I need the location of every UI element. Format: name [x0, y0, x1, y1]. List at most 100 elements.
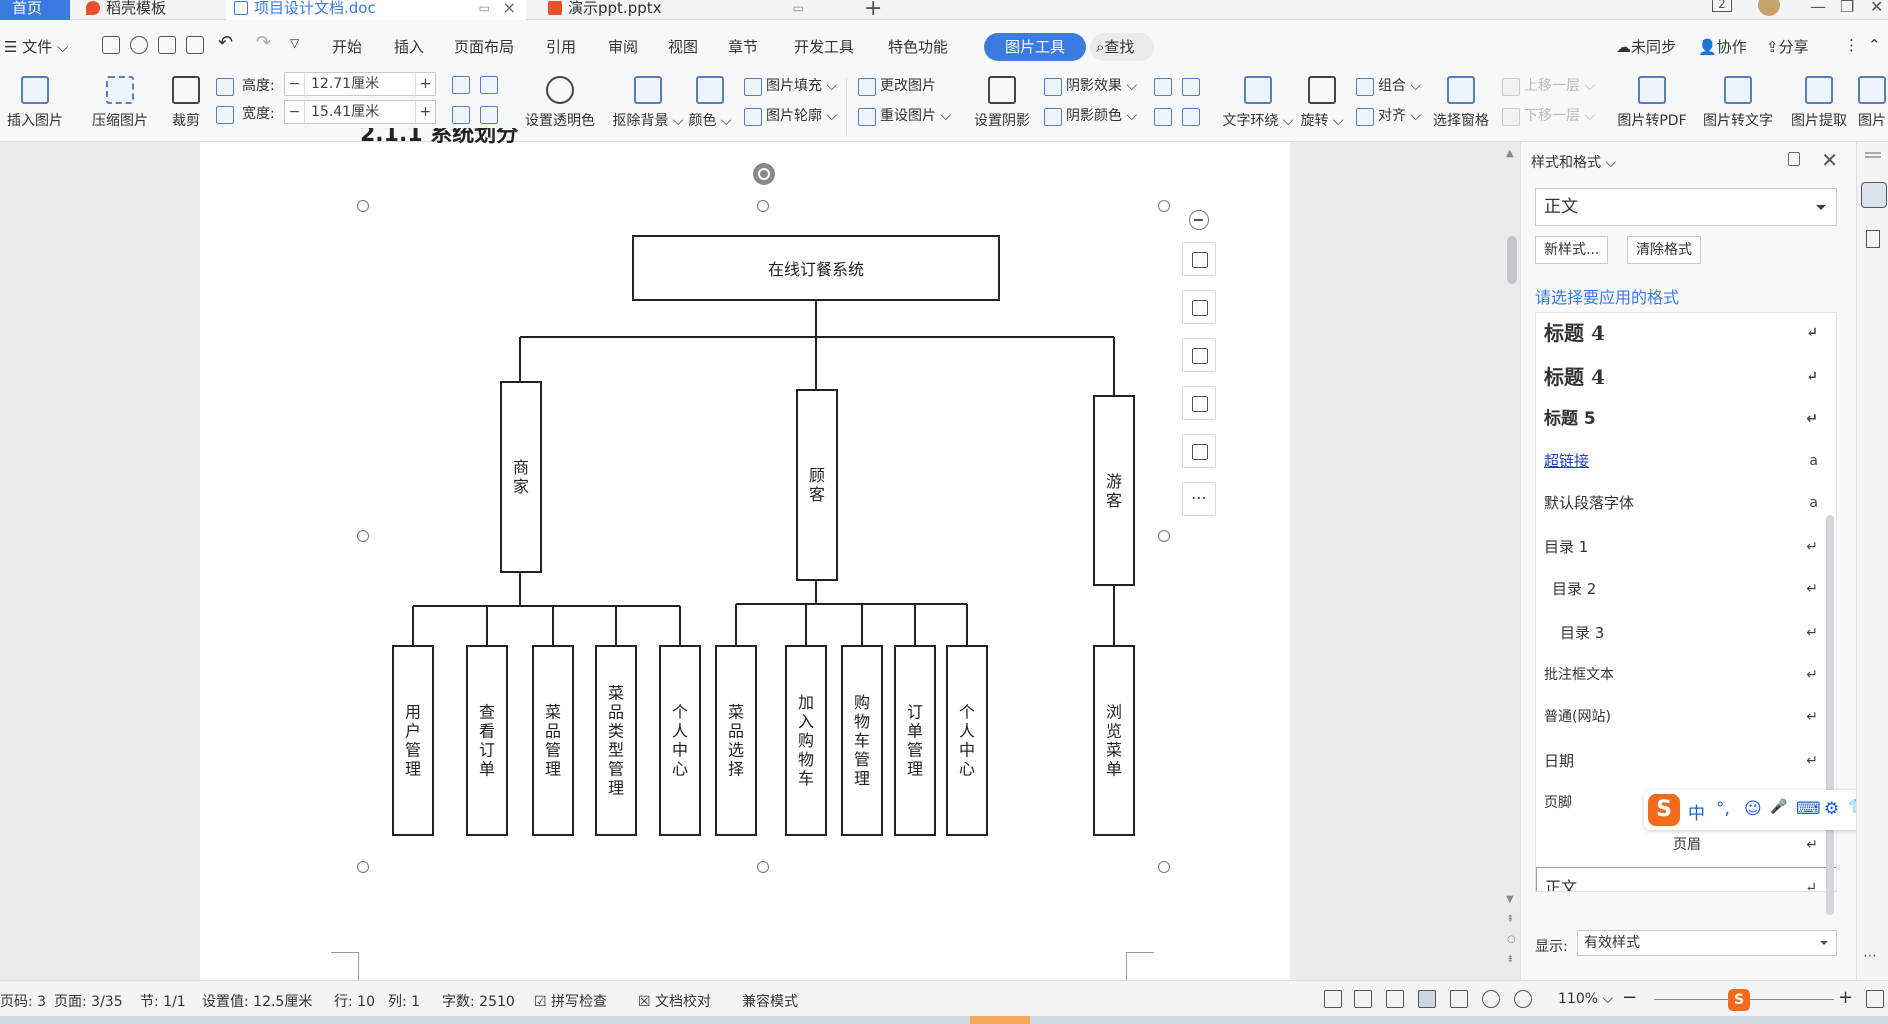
- paragraph-mark-icon: a: [1809, 495, 1818, 511]
- diagram-leaf-label: 查看订单: [479, 703, 495, 779]
- style-list-item[interactable]: 页眉 ↵: [1536, 825, 1836, 865]
- pin-icon[interactable]: [1788, 152, 1800, 166]
- zoom-in-icon[interactable]: +: [1838, 987, 1853, 1008]
- ime-punctuation-icon[interactable]: °,: [1716, 799, 1730, 819]
- zoom-out-icon[interactable]: −: [1622, 987, 1637, 1008]
- new-style-button[interactable]: 新样式...: [1535, 236, 1609, 264]
- style-list-item[interactable]: 目录 1 ↵: [1536, 527, 1836, 567]
- edit-mode-icon[interactable]: [1386, 990, 1404, 1008]
- style-list-item[interactable]: 默认段落字体 a: [1536, 483, 1836, 523]
- ime-keyboard-icon[interactable]: ⌨: [1796, 799, 1821, 819]
- diagram-leaf-label: 菜品管理: [545, 703, 561, 779]
- web-view-icon[interactable]: [1482, 990, 1500, 1008]
- style-list-item[interactable]: 日期 ↵: [1536, 741, 1836, 781]
- prev-page-icon[interactable]: ⇞: [1506, 914, 1514, 925]
- spell-check-button[interactable]: ☑ 拼写检查: [534, 991, 607, 1011]
- sogou-logo-icon[interactable]: S: [1648, 794, 1680, 826]
- style-list-item[interactable]: 普通(网站) ↵: [1536, 697, 1836, 737]
- doc-proof-button[interactable]: ☒ 文档校对: [638, 991, 711, 1011]
- paragraph-mark-icon: ↵: [1806, 411, 1818, 427]
- picture-extract-icon[interactable]: [1182, 434, 1216, 468]
- style-list-item[interactable]: 标题 4 ↵: [1536, 313, 1836, 353]
- status-row[interactable]: 行: 10: [334, 991, 375, 1011]
- diagram-leaf-label: 购物车管理: [854, 693, 870, 788]
- diagram-role-label: 商家: [513, 458, 529, 496]
- diagram-leaf-label: 加入购物车: [798, 693, 814, 788]
- outline-view-icon[interactable]: [1450, 990, 1468, 1008]
- ime-voice-icon[interactable]: 🎤: [1770, 799, 1787, 815]
- scroll-up-icon[interactable]: ▲: [1506, 148, 1514, 159]
- clear-format-button[interactable]: 清除格式: [1627, 236, 1701, 264]
- paragraph-mark-icon: ↵: [1806, 539, 1818, 555]
- more-options-icon[interactable]: ⋯: [1182, 482, 1216, 516]
- diagram-leaf-label: 菜品类型管理: [608, 684, 624, 798]
- diagram-role-label: 游客: [1106, 472, 1122, 510]
- browse-object-icon[interactable]: ○: [1507, 934, 1516, 945]
- layout-options-icon[interactable]: [1182, 242, 1216, 276]
- sogou-float-icon[interactable]: S: [1728, 989, 1750, 1011]
- show-label: 显示:: [1535, 939, 1568, 955]
- status-section[interactable]: 节: 1/1: [140, 991, 186, 1011]
- style-list-item-label: 普通(网站): [1544, 709, 1611, 725]
- pen-icon[interactable]: [1861, 182, 1887, 208]
- diagram-leaf-label: 个人中心: [959, 703, 975, 779]
- paragraph-mark-icon: ↵: [1806, 581, 1818, 597]
- style-list-item[interactable]: 目录 2 ↵: [1536, 569, 1836, 609]
- zoom-in-icon[interactable]: [1182, 290, 1216, 324]
- eye-protection-icon[interactable]: [1514, 990, 1532, 1008]
- show-styles-select[interactable]: 有效样式: [1577, 930, 1837, 956]
- picture-to-text-icon[interactable]: [1182, 386, 1216, 420]
- style-list-item-label: 目录 2: [1552, 580, 1597, 598]
- crop-icon[interactable]: [1182, 338, 1216, 372]
- style-list-item-label: 页眉: [1673, 837, 1701, 853]
- style-list-item[interactable]: 超链接 a: [1536, 441, 1836, 481]
- style-list-item-label: 批注框文本: [1544, 667, 1614, 683]
- style-list-item-label: 目录 1: [1544, 538, 1589, 556]
- close-panel-icon[interactable]: ✕: [1821, 148, 1838, 172]
- next-page-icon[interactable]: ⇟: [1506, 954, 1514, 965]
- more-icon[interactable]: ⋯: [1863, 948, 1877, 964]
- current-style-select[interactable]: 正文: [1535, 188, 1837, 226]
- fullscreen-icon[interactable]: [1324, 990, 1342, 1008]
- status-col[interactable]: 列: 1: [388, 991, 420, 1011]
- cursor-icon[interactable]: [1866, 230, 1880, 248]
- diagram-leaf-label: 浏览菜单: [1106, 703, 1122, 779]
- status-page-code[interactable]: 页码: 3: [0, 991, 46, 1011]
- style-list-item[interactable]: 目录 3 ↵: [1536, 613, 1836, 653]
- style-list-item[interactable]: 正文 ↵: [1536, 867, 1836, 892]
- taskbar-highlight: [970, 1016, 1030, 1024]
- ime-chinese-mode[interactable]: 中: [1688, 799, 1705, 824]
- style-list-item[interactable]: 标题 5 ↵: [1536, 399, 1836, 439]
- ime-emoji-icon[interactable]: ☺: [1744, 799, 1762, 819]
- style-list-item-label: 标题 4: [1544, 365, 1605, 389]
- style-list-item[interactable]: 标题 4 ↵: [1536, 357, 1836, 397]
- style-list-item-label: 正文: [1545, 878, 1578, 892]
- reading-mode-icon[interactable]: [1354, 990, 1372, 1008]
- page-corner-mark: [331, 952, 359, 980]
- scroll-down-icon[interactable]: ▼: [1506, 894, 1514, 905]
- document-scrollbar-thumb[interactable]: [1507, 236, 1517, 284]
- style-list-item[interactable]: 批注框文本 ↵: [1536, 655, 1836, 695]
- style-list-item-label: 日期: [1544, 752, 1575, 770]
- diagram-role-label: 顾客: [809, 466, 825, 504]
- status-pages[interactable]: 页面: 3/35: [54, 991, 123, 1011]
- style-list-scrollbar[interactable]: [1826, 515, 1834, 915]
- paragraph-mark-icon: a: [1809, 453, 1818, 469]
- paragraph-mark-icon: ↵: [1806, 837, 1818, 853]
- zoom-level-select[interactable]: 110% ⌵: [1558, 991, 1613, 1007]
- spell-check-icon: ☑: [534, 994, 547, 1010]
- status-setting[interactable]: 设置值: 12.5厘米: [202, 991, 312, 1011]
- fit-page-icon[interactable]: [1866, 990, 1884, 1008]
- collapse-toolbar-icon[interactable]: [1189, 210, 1209, 230]
- document-scrollbar[interactable]: ▲ ▼ ⇞ ○ ⇟: [1504, 148, 1520, 978]
- status-words[interactable]: 字数: 2510: [442, 991, 515, 1011]
- paragraph-mark-icon: ↵: [1806, 709, 1818, 725]
- style-list-item-label: 页脚: [1544, 795, 1572, 811]
- paragraph-mark-icon: ↵: [1806, 625, 1818, 641]
- page-view-icon[interactable]: [1418, 990, 1436, 1008]
- compat-mode: 兼容模式: [742, 994, 798, 1010]
- doc-proof-icon: ☒: [638, 994, 651, 1010]
- paragraph-mark-icon: ↵: [1806, 369, 1818, 385]
- panel-title[interactable]: 样式和格式 ⌵: [1531, 152, 1616, 172]
- ime-settings-icon[interactable]: ⚙: [1824, 799, 1839, 819]
